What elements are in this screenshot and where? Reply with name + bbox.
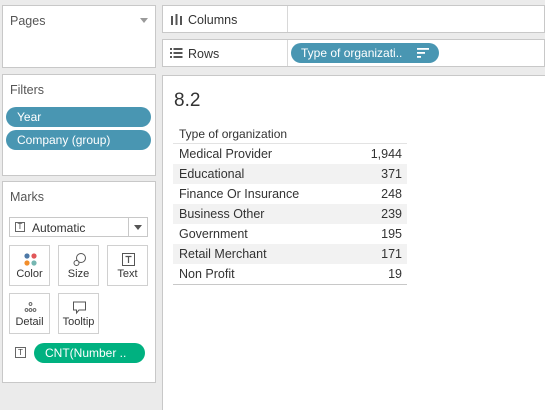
mark-type-dropdown[interactable]: T Automatic	[9, 217, 148, 237]
tooltip-button-label: Tooltip	[62, 316, 95, 328]
dropdown-divider	[128, 218, 129, 236]
row-value: 19	[388, 267, 402, 281]
sheet-title: 8.2	[174, 90, 201, 111]
row-value: 371	[381, 167, 402, 181]
row-value: 195	[381, 227, 402, 241]
columns-label: Columns	[188, 13, 238, 27]
table-row[interactable]: Government 195	[173, 224, 407, 244]
row-value: 171	[381, 247, 402, 261]
row-category: Retail Merchant	[179, 247, 267, 261]
table-row[interactable]: Non Profit 19	[173, 264, 407, 284]
rows-shelf[interactable]: Rows Type of organizati..	[162, 39, 545, 67]
detail-dots-icon	[24, 302, 37, 312]
marks-title: Marks	[10, 190, 45, 204]
measure-pill-count[interactable]: CNT(Number ..	[34, 343, 145, 363]
table-row[interactable]: Retail Merchant 171	[173, 244, 407, 264]
rows-pill-type-of-organization[interactable]: Type of organizati..	[291, 43, 439, 63]
filter-pill-year[interactable]: Year	[6, 107, 151, 127]
table-row[interactable]: Educational 371	[173, 164, 407, 184]
text-encoding-icon[interactable]: T	[15, 347, 26, 358]
row-value: 248	[381, 187, 402, 201]
text-button-label: Text	[117, 268, 138, 280]
pages-card: Pages	[2, 5, 156, 68]
table-bottom-divider	[173, 284, 407, 285]
pages-menu-caret-icon[interactable]	[140, 18, 148, 23]
filters-title: Filters	[10, 83, 45, 97]
rows-label: Rows	[188, 47, 220, 61]
columns-icon	[171, 14, 182, 25]
row-category: Educational	[179, 167, 245, 181]
row-value: 1,944	[370, 147, 402, 161]
color-button-label: Color	[16, 268, 43, 280]
text-button[interactable]: Text	[107, 245, 148, 286]
size-icon	[73, 253, 86, 266]
row-category: Medical Provider	[179, 147, 273, 161]
mark-type-label: Automatic	[32, 221, 86, 235]
color-dots-icon	[24, 253, 37, 266]
rows-pill-label: Type of organizati..	[301, 46, 403, 60]
pages-title: Pages	[10, 14, 46, 28]
detail-button-label: Detail	[15, 316, 44, 328]
chevron-down-icon[interactable]	[134, 225, 142, 230]
table-row[interactable]: Finance Or Insurance 248	[173, 184, 407, 204]
color-button[interactable]: Color	[9, 245, 50, 286]
row-category: Finance Or Insurance	[179, 187, 300, 201]
shelf-divider	[287, 40, 288, 66]
size-button-label: Size	[67, 268, 90, 280]
column-header[interactable]: Type of organization	[173, 126, 407, 143]
tooltip-bubble-icon	[73, 301, 86, 315]
shelf-divider	[287, 6, 288, 32]
text-mark-icon: T	[15, 222, 25, 232]
sort-descending-icon[interactable]	[417, 48, 429, 58]
table-row[interactable]: Medical Provider 1,944	[173, 144, 407, 164]
row-category: Business Other	[179, 207, 265, 221]
columns-shelf[interactable]: Columns	[162, 5, 545, 33]
row-value: 239	[381, 207, 402, 221]
filter-pill-company-group[interactable]: Company (group)	[6, 130, 151, 150]
text-icon	[122, 253, 135, 266]
row-category: Government	[179, 227, 248, 241]
detail-button[interactable]: Detail	[9, 293, 50, 334]
size-button[interactable]: Size	[58, 245, 99, 286]
row-category: Non Profit	[179, 267, 235, 281]
tooltip-button[interactable]: Tooltip	[58, 293, 99, 334]
table-row[interactable]: Business Other 239	[173, 204, 407, 224]
data-table: Type of organization Medical Provider 1,…	[173, 126, 407, 285]
rows-icon	[170, 48, 183, 58]
worksheet-view: 8.2 Type of organization Medical Provide…	[162, 75, 545, 410]
